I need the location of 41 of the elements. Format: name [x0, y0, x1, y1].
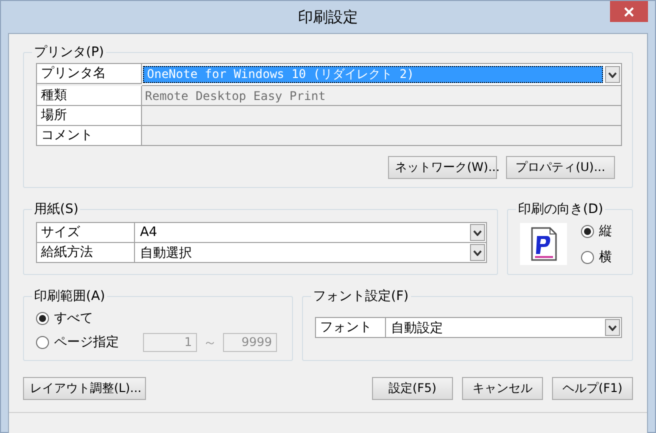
option-label: 横	[599, 249, 612, 266]
radio-button[interactable]	[581, 224, 594, 238]
dialog-button[interactable]: プロパティ(U)...	[506, 156, 615, 179]
row-label: 給紙方法	[37, 243, 135, 263]
dialog-button[interactable]: レイアウト調整(L)...	[23, 377, 146, 400]
row-label: 種類	[37, 86, 142, 106]
combo-box[interactable]: A4	[135, 223, 487, 243]
caret-icon	[473, 250, 482, 256]
row-label: プリンタ名	[37, 64, 142, 84]
dropdown-button[interactable]	[605, 66, 620, 83]
caret-icon	[473, 230, 482, 236]
option-label: すべて	[54, 310, 93, 327]
group-title: 印刷の向き(D)	[517, 201, 604, 218]
group-title: フォント設定(F)	[312, 288, 410, 305]
dialog-button[interactable]: 設定(F5)	[372, 377, 453, 400]
close-icon	[624, 6, 634, 16]
range-separator: ～	[203, 334, 217, 352]
option-label: ページ指定	[54, 334, 119, 351]
caret-icon	[608, 72, 617, 78]
row-label: 場所	[37, 106, 142, 126]
group-title: 印刷範囲(A)	[33, 288, 106, 305]
row-label: コメント	[37, 126, 142, 146]
close-button[interactable]	[610, 1, 648, 22]
group-title: 用紙(S)	[33, 201, 80, 218]
document-icon	[520, 223, 567, 265]
dialog-button[interactable]: キャンセル	[462, 377, 543, 400]
row-label: サイズ	[37, 223, 135, 243]
value-cell: Remote Desktop Easy Print	[142, 86, 622, 106]
dialog-button[interactable]: ネットワーク(W)...	[388, 156, 497, 179]
combo-box[interactable]: 自動選択	[135, 243, 487, 263]
dialog-button[interactable]: ヘルプ(F1)	[552, 377, 633, 400]
radio-button[interactable]	[581, 250, 594, 264]
window-title: 印刷設定	[298, 8, 358, 26]
row-label: フォント	[316, 318, 386, 338]
option-label: 縦	[599, 223, 612, 240]
group-title: プリンタ(P)	[33, 44, 105, 61]
combo-box[interactable]: 自動設定	[386, 318, 622, 338]
dropdown-button[interactable]	[470, 224, 485, 241]
dropdown-button[interactable]	[470, 244, 485, 261]
dropdown-button[interactable]	[605, 319, 620, 336]
caret-icon	[608, 324, 617, 330]
